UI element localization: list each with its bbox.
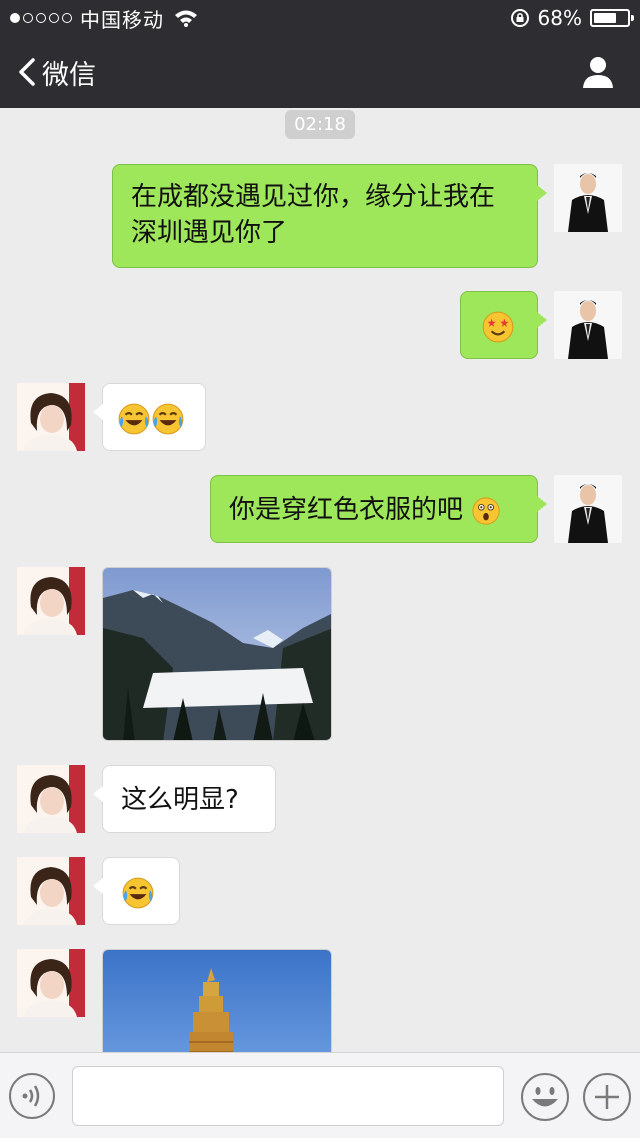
carrier-name: 中国移动 xyxy=(80,7,164,32)
message-bubble[interactable] xyxy=(93,383,206,451)
message-text: 在成都没遇见过你，缘分让我在深圳遇见你了 xyxy=(131,182,496,248)
avatar[interactable] xyxy=(17,765,85,833)
avatar[interactable] xyxy=(17,383,85,451)
input-bar xyxy=(0,1052,640,1138)
message-bubble[interactable] xyxy=(460,291,547,359)
timestamp: 02:18 xyxy=(285,110,355,139)
crying-laughing-face-icon xyxy=(151,402,185,436)
battery-percent: 68% xyxy=(537,6,582,30)
avatar[interactable] xyxy=(554,475,622,543)
surprised-face-icon xyxy=(472,496,500,525)
back-label: 微信 xyxy=(42,59,96,91)
chat-area[interactable]: 02:18 在成都没遇见过你，缘分让我在深圳遇见你了 你是穿红色衣服的吧 这么明… xyxy=(0,108,640,1052)
top-bar: 中国移动 68% 微信 xyxy=(0,0,640,108)
plus-icon[interactable] xyxy=(582,1072,632,1122)
snowy-mountain-lake-photo[interactable] xyxy=(102,567,332,741)
smiley-icon[interactable] xyxy=(520,1072,570,1122)
status-right: 68% xyxy=(510,6,634,30)
golden-statue-blue-sky-photo[interactable] xyxy=(102,949,332,1052)
status-bar: 中国移动 68% xyxy=(0,0,640,36)
chevron-left-icon xyxy=(19,58,35,86)
message-bubble[interactable] xyxy=(93,857,180,925)
wifi-icon xyxy=(175,10,197,27)
star-struck-face-icon xyxy=(482,311,514,342)
avatar[interactable] xyxy=(17,949,85,1017)
avatar[interactable] xyxy=(554,291,622,359)
voice-icon[interactable] xyxy=(8,1072,56,1120)
signal-strength-icon xyxy=(10,13,72,23)
message-bubble[interactable]: 你是穿红色衣服的吧 xyxy=(210,475,547,543)
message-text: 这么明显? xyxy=(121,785,239,815)
battery-icon xyxy=(590,9,634,27)
avatar[interactable] xyxy=(17,567,85,635)
message-text: 你是穿红色衣服的吧 xyxy=(229,495,464,525)
message-bubble[interactable]: 这么明显? xyxy=(93,765,276,833)
status-left: 中国移动 xyxy=(10,6,198,32)
avatar[interactable] xyxy=(17,857,85,925)
crying-laughing-face-icon xyxy=(117,402,151,436)
message-bubble[interactable]: 在成都没遇见过你，缘分让我在深圳遇见你了 xyxy=(112,164,547,268)
message-input[interactable] xyxy=(72,1066,504,1126)
back-button[interactable]: 微信 xyxy=(18,54,96,91)
person-icon[interactable] xyxy=(580,54,616,90)
rotation-lock-icon xyxy=(510,9,529,27)
nav-bar: 微信 xyxy=(0,40,640,108)
avatar[interactable] xyxy=(554,164,622,232)
crying-laughing-face-icon xyxy=(121,876,155,910)
